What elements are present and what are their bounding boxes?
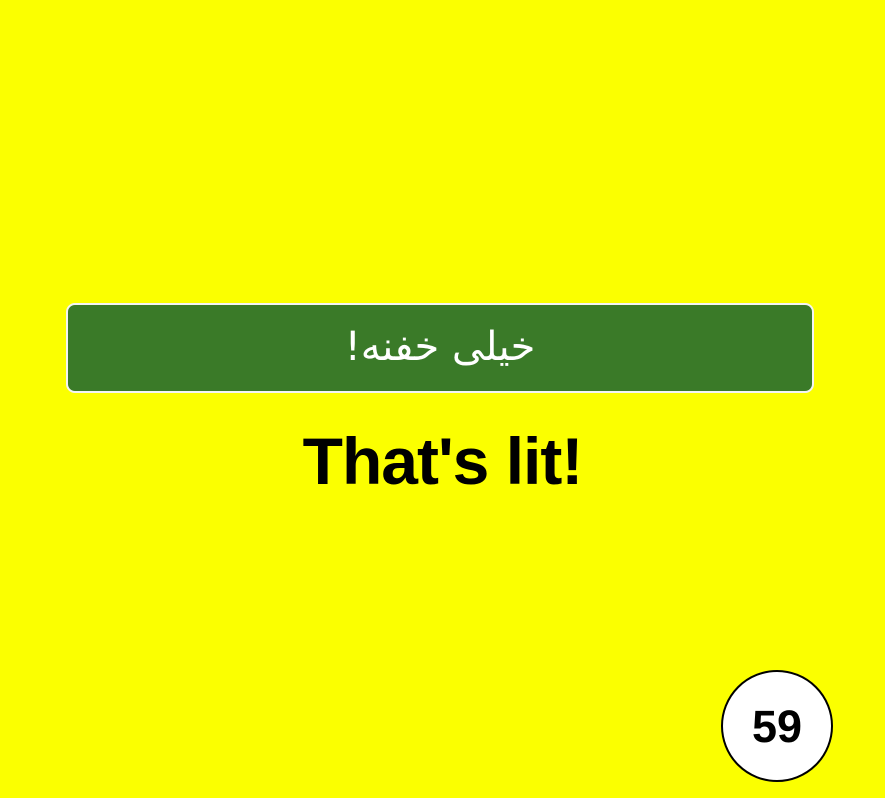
card-number: 59 <box>751 701 803 752</box>
persian-phrase-banner: خیلی خفنه! <box>66 303 814 393</box>
flashcard: خیلی خفنه! That's lit! 59 <box>0 0 885 798</box>
english-translation: That's lit! <box>302 424 584 498</box>
card-number-badge: 59 <box>721 670 833 782</box>
persian-phrase: خیلی خفنه! <box>344 324 536 370</box>
